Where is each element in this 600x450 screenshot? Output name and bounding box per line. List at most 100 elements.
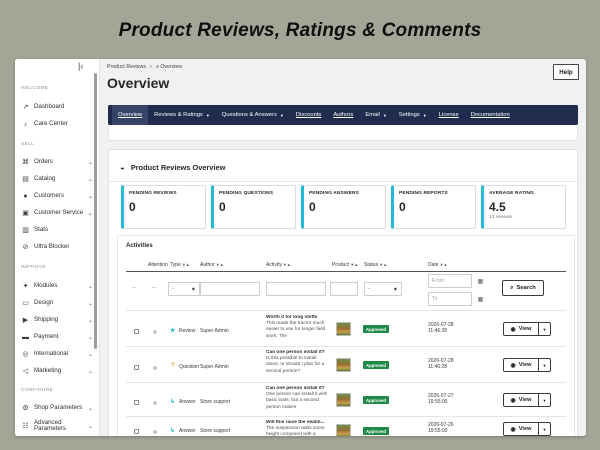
attention-dot [153, 430, 157, 434]
row-checkbox[interactable] [134, 365, 139, 370]
caret-down-icon: ▼ [422, 112, 427, 118]
column-header-author[interactable]: Author▼▲ [200, 262, 224, 268]
sidebar-item-orders[interactable]: ⌘ Orders ⌄ [21, 155, 95, 169]
tab-settings[interactable]: Settings ▼ [393, 105, 433, 125]
tab-reviews-ratings[interactable]: Reviews & Ratings ▼ [148, 105, 216, 125]
sidebar-item-international[interactable]: ◎ International ⌄ [21, 347, 95, 361]
row-checkbox[interactable] [134, 429, 139, 434]
breadcrumb-link[interactable]: Product Reviews [107, 64, 146, 70]
sidebar-item-label: International [34, 350, 69, 357]
question-icon: ? [171, 363, 175, 369]
tab-authors[interactable]: Authors [327, 105, 359, 125]
row-type: Question [179, 364, 200, 370]
sidebar-item-advanced-parameters[interactable]: ☷ Advanced Parameters ⌄ [21, 419, 95, 433]
activity-body: One person can install it with basic too… [266, 392, 328, 410]
author-filter-input[interactable] [200, 282, 260, 296]
sidebar-item-label: Orders [34, 158, 53, 165]
sidebar-item-ultra-blocker[interactable]: ⊘ Ultra Blocker [21, 240, 95, 254]
type-filter-select[interactable]: - ◆ [168, 282, 200, 296]
caret-down-icon: ▼ [279, 112, 284, 118]
product-thumbnail[interactable] [336, 424, 351, 436]
row-checkbox[interactable] [134, 329, 139, 334]
date-from-input[interactable]: From [428, 274, 472, 288]
column-label: Date [428, 262, 439, 268]
row-checkbox[interactable] [134, 400, 139, 405]
tab-questions-answers[interactable]: Questions & Answers ▼ [216, 105, 290, 125]
help-button[interactable]: Help [553, 64, 579, 80]
sidebar-section-welcome: WELCOME [21, 86, 49, 91]
tab-label: Email [365, 112, 380, 118]
date-to-input[interactable]: To [428, 292, 472, 306]
sidebar-item-customer-service[interactable]: ▣ Customer Service ⌄ [21, 206, 95, 220]
calendar-icon[interactable]: ▦ [476, 292, 485, 306]
kpi-pending-reviews: PENDING REVIEWS 0 [121, 185, 206, 229]
caret-down-icon[interactable]: ▼ [539, 323, 550, 335]
collapse-sidebar-icon[interactable]: |‹ [78, 61, 83, 71]
status-filter-select[interactable]: - ◆ [364, 282, 402, 296]
chevron-down-icon: ⌄ [87, 283, 93, 290]
column-header-activity[interactable]: Activity▼▲ [266, 262, 291, 268]
search-button[interactable]: ⌕ Search [502, 280, 544, 296]
product-thumbnail[interactable] [336, 322, 351, 336]
sidebar-item-label: Marketing [34, 367, 62, 374]
column-header-status[interactable]: Status▼▲ [364, 262, 387, 268]
sidebar-item-marketing[interactable]: ◁ Marketing ⌄ [21, 364, 95, 378]
row-date: 2026-07-26 19:55:00 [428, 422, 454, 434]
view-button[interactable]: ◉ View ▼ [503, 322, 551, 336]
row-activity: Will this raise the seatin... The suspen… [266, 420, 328, 436]
store-icon: ▤ [22, 176, 29, 183]
column-label: Activity [266, 262, 282, 268]
placeholder-text: To [432, 296, 438, 302]
caret-down-icon[interactable]: ▼ [539, 423, 550, 435]
tab-email[interactable]: Email ▼ [359, 105, 392, 125]
caret-down-icon[interactable]: ▼ [539, 359, 550, 371]
caret-down-icon[interactable]: ▼ [539, 394, 550, 406]
column-header-attention[interactable]: Attention [148, 262, 168, 268]
sidebar-item-design[interactable]: ▭ Design ⌄ [21, 296, 95, 310]
chevron-down-icon: ⌄ [87, 193, 93, 200]
placeholder-text: From [432, 278, 445, 284]
column-header-product[interactable]: Product▼▲ [332, 262, 358, 268]
view-button-main[interactable]: ◉ View [504, 423, 539, 435]
column-header-type[interactable]: Type▼▲ [170, 262, 190, 268]
product-thumbnail[interactable] [336, 358, 351, 372]
product-filter-input[interactable] [330, 282, 358, 296]
sidebar-item-shipping[interactable]: ▶ Shipping ⌄ [21, 313, 95, 327]
star-icon: ★ [170, 328, 176, 334]
sidebar-item-customers[interactable]: ● Customers ⌄ [21, 189, 95, 203]
sidebar-item-dashboard[interactable]: ↗ Dashboard [21, 100, 95, 114]
column-header-date[interactable]: Date▼▲ [428, 262, 447, 268]
kpi-label: PENDING REPORTS [399, 191, 448, 196]
activity-filter-input[interactable] [266, 282, 326, 296]
sidebar-item-stats[interactable]: ▥ Stats [21, 223, 95, 237]
view-button-main[interactable]: ◉ View [504, 394, 539, 406]
tab-discounts[interactable]: Discounts [290, 105, 327, 125]
tab-documentation[interactable]: Documentation [465, 105, 516, 125]
breadcrumb-separator: > [149, 64, 153, 70]
view-button[interactable]: ◉ View ▼ [503, 358, 551, 372]
activity-body: Is this possible to install alone, or sh… [266, 356, 325, 374]
view-button-main[interactable]: ◉ View [504, 359, 539, 371]
tab-license[interactable]: License [433, 105, 465, 125]
settings-icon: ☷ [22, 423, 29, 430]
filter-attention: -- [132, 285, 136, 291]
row-activity: Can one person install it? One person ca… [266, 386, 328, 411]
calendar-icon[interactable]: ▦ [476, 274, 485, 288]
product-thumbnail[interactable] [336, 393, 351, 407]
sidebar-item-care-center[interactable]: ♪ Care Center [21, 117, 95, 131]
sidebar-item-catalog[interactable]: ▤ Catalog ⌄ [21, 172, 95, 186]
sidebar-item-shop-parameters[interactable]: ⚙ Shop Parameters ⌄ [21, 401, 95, 415]
block-icon: ⊘ [22, 244, 29, 251]
row-type: Review [179, 328, 196, 334]
chevron-down-icon: ⌄ [87, 405, 93, 412]
sidebar-section-improve: IMPROVE [21, 265, 46, 270]
sidebar-item-payment[interactable]: ▬ Payment ⌄ [21, 330, 95, 344]
sidebar-item-modules[interactable]: ✦ Modules ⌄ [21, 279, 95, 293]
sort-icon: ▼▲ [215, 262, 224, 267]
tab-label: Overview [118, 112, 143, 118]
view-button-main[interactable]: ◉ View [504, 323, 539, 335]
reply-icon: ↳ [170, 399, 176, 405]
view-button[interactable]: ◉ View ▼ [503, 422, 551, 436]
tab-overview[interactable]: Overview [112, 105, 149, 125]
view-button[interactable]: ◉ View ▼ [503, 393, 551, 407]
